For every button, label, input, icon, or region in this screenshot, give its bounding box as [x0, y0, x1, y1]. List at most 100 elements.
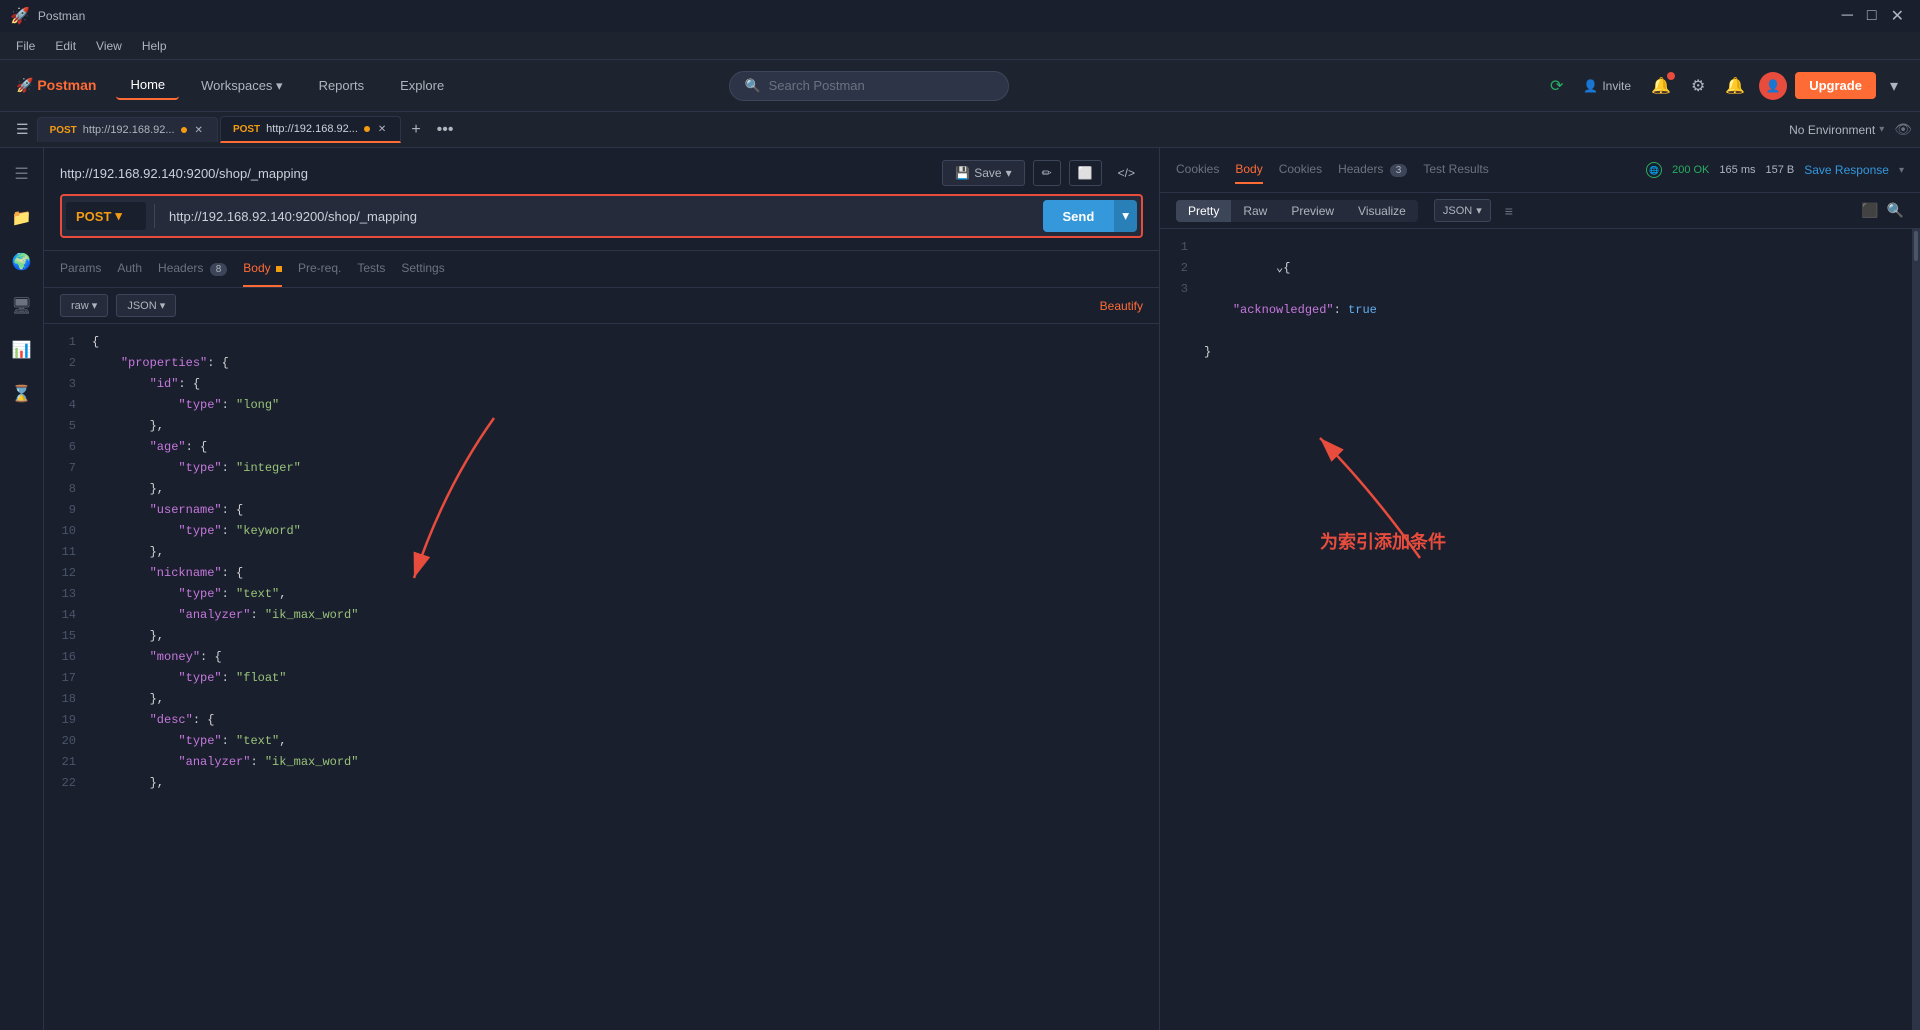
menu-view[interactable]: View — [88, 37, 130, 55]
editor-raw-btn[interactable]: raw ▾ — [60, 294, 108, 317]
request-tabs: Params Auth Headers 8 Body Pre-req. Test… — [44, 251, 1159, 288]
editor-content[interactable]: 12345678910111213141516171819202122 { "p… — [44, 324, 1159, 1030]
menu-edit[interactable]: Edit — [47, 37, 84, 55]
maximize-button[interactable]: □ — [1861, 6, 1883, 26]
sidebar-icon-mock[interactable]: 🖥 — [3, 288, 39, 324]
nav-bar: 🚀 Postman Home Workspaces ▾ Reports Expl… — [0, 60, 1920, 112]
beautify-button[interactable]: Beautify — [1100, 299, 1143, 313]
code-view-button[interactable]: </> — [1110, 160, 1143, 186]
req-tab-params[interactable]: Params — [60, 251, 101, 287]
notifications-button[interactable]: 🔔 — [1645, 70, 1677, 102]
main-layout: ☰ 📁 🌍 🖥 📊 ⌛ http://192.168.92.140:9200/s… — [0, 148, 1920, 1030]
sidebar-icon-menu[interactable]: ☰ — [6, 156, 36, 192]
url-bar-container: http://192.168.92.140:9200/shop/_mapping… — [44, 148, 1159, 251]
resp-toolbar-icons: ⬛ 🔍 — [1861, 202, 1904, 219]
edit-button[interactable]: ✏ — [1033, 160, 1061, 186]
nav-workspaces[interactable]: Workspaces ▾ — [187, 72, 296, 100]
resp-tab-headers[interactable]: Headers 3 — [1338, 156, 1407, 184]
tab-1-unsaved-dot — [181, 127, 187, 133]
resp-filter-button[interactable]: ≡ — [1505, 203, 1513, 219]
headers-count-badge: 8 — [210, 263, 228, 276]
environment-selector[interactable]: No Environment ▾ 👁 — [1789, 121, 1912, 138]
response-badges: 🌐 200 OK 165 ms 157 B Save Response ▾ — [1646, 162, 1904, 178]
env-label: No Environment — [1789, 123, 1875, 137]
tab-2[interactable]: POST http://192.168.92... ✕ — [220, 116, 401, 143]
url-path-display: http://192.168.92.140:9200/shop/_mapping — [60, 166, 308, 181]
req-tab-settings[interactable]: Settings — [401, 251, 444, 287]
search-postman[interactable]: 🔍 Search Postman — [729, 71, 1009, 101]
env-eye-icon[interactable]: 👁 — [1894, 121, 1912, 138]
tab-2-url: http://192.168.92... — [266, 123, 358, 135]
resp-format-preview[interactable]: Preview — [1279, 200, 1346, 222]
resp-format-pretty[interactable]: Pretty — [1176, 200, 1231, 222]
nav-reports[interactable]: Reports — [305, 72, 379, 99]
invite-button[interactable]: 👤 Invite — [1577, 73, 1637, 99]
resp-code: ⌄{ "acknowledged": true } — [1196, 229, 1912, 1030]
resp-copy-button[interactable]: ⬛ — [1861, 202, 1878, 219]
tab-1[interactable]: POST http://192.168.92... ✕ — [37, 117, 218, 142]
tab-1-method: POST — [50, 125, 77, 136]
url-input[interactable] — [163, 203, 1035, 230]
share-button[interactable]: ⬜ — [1069, 160, 1102, 186]
code-body[interactable]: { "properties": { "id": { "type": "long"… — [84, 324, 1159, 1030]
menu-help[interactable]: Help — [134, 37, 175, 55]
method-selector[interactable]: POST ▾ — [66, 202, 146, 230]
send-btn-group: Send ▾ — [1043, 200, 1138, 232]
req-tab-headers[interactable]: Headers 8 — [158, 251, 227, 287]
sidebar-toggle[interactable]: ☰ — [8, 117, 37, 142]
minimize-button[interactable]: ─ — [1836, 6, 1859, 26]
resp-tab-test-results[interactable]: Test Results — [1423, 156, 1488, 184]
req-tab-tests[interactable]: Tests — [357, 251, 385, 287]
sidebar-icon-collections[interactable]: 📁 — [4, 200, 40, 236]
resp-scrollbar[interactable] — [1912, 229, 1920, 1030]
send-button[interactable]: Send — [1043, 200, 1115, 232]
sidebar-icon-history[interactable]: ⌛ — [4, 376, 40, 412]
search-placeholder: Search Postman — [769, 78, 865, 93]
tab-more-button[interactable]: ••• — [429, 117, 462, 143]
req-tab-auth[interactable]: Auth — [117, 251, 142, 287]
resp-format-visualize[interactable]: Visualize — [1346, 200, 1418, 222]
save-resp-dropdown[interactable]: ▾ — [1899, 165, 1904, 176]
nav-home[interactable]: Home — [116, 71, 179, 100]
sync-button[interactable]: ⟳ — [1544, 70, 1569, 102]
env-dropdown-arrow: ▾ — [1879, 124, 1884, 135]
nav-explore[interactable]: Explore — [386, 72, 458, 99]
tab-1-close[interactable]: ✕ — [193, 125, 205, 136]
resp-format-select[interactable]: JSON ▾ — [1434, 199, 1491, 222]
sidebar-icon-environments[interactable]: 🌍 — [4, 244, 40, 280]
resp-format-raw[interactable]: Raw — [1231, 200, 1279, 222]
title-bar: 🚀 Postman ─ □ ✕ — [0, 0, 1920, 32]
method-label: POST — [76, 209, 111, 224]
resp-tab-cookies-left[interactable]: Cookies — [1176, 156, 1219, 184]
save-button[interactable]: 💾 Save ▾ — [942, 160, 1024, 186]
resp-tab-body[interactable]: Body — [1235, 156, 1262, 184]
close-button[interactable]: ✕ — [1885, 6, 1910, 26]
resp-tab-cookies[interactable]: Cookies — [1279, 156, 1322, 184]
tab-add-button[interactable]: + — [403, 117, 428, 143]
time-badge: 165 ms — [1719, 164, 1755, 176]
editor-json-btn[interactable]: JSON ▾ — [116, 294, 176, 317]
response-header: Cookies Body Cookies Headers 3 Test Resu… — [1160, 148, 1920, 193]
save-response-button[interactable]: Save Response — [1804, 163, 1889, 177]
tab-1-url: http://192.168.92... — [83, 124, 175, 136]
nav-expand[interactable]: ▾ — [1884, 70, 1904, 102]
resp-scrollbar-thumb — [1914, 231, 1918, 261]
resp-search-button[interactable]: 🔍 — [1887, 202, 1904, 219]
settings-button[interactable]: ⚙ — [1685, 70, 1711, 102]
upgrade-button[interactable]: Upgrade — [1795, 72, 1876, 99]
search-icon: 🔍 — [744, 78, 760, 94]
divider — [154, 204, 155, 228]
code-editor: raw ▾ JSON ▾ Beautify 123456789101112131… — [44, 288, 1159, 1030]
resp-line-numbers: 123 — [1160, 229, 1196, 1030]
url-bar: POST ▾ Send ▾ — [60, 194, 1143, 238]
bell-button[interactable]: 🔔 — [1719, 70, 1751, 102]
sidebar-icon-monitor[interactable]: 📊 — [4, 332, 40, 368]
req-tab-body[interactable]: Body — [243, 251, 282, 287]
menu-file[interactable]: File — [8, 37, 43, 55]
app-icon: 🚀 — [10, 6, 30, 26]
send-dropdown-button[interactable]: ▾ — [1114, 200, 1137, 232]
tab-2-method: POST — [233, 124, 260, 135]
method-dropdown-icon: ▾ — [115, 208, 122, 224]
req-tab-prereq[interactable]: Pre-req. — [298, 251, 341, 287]
tab-2-close[interactable]: ✕ — [376, 124, 388, 135]
